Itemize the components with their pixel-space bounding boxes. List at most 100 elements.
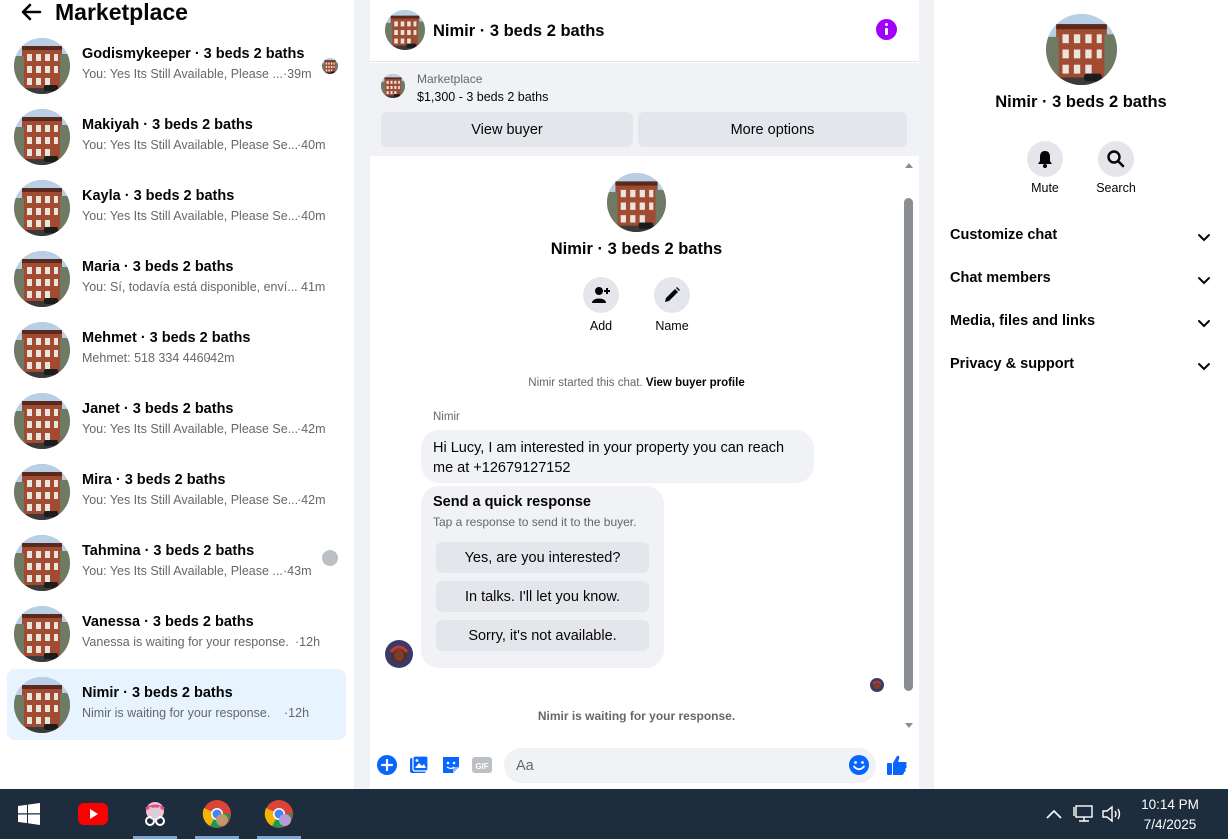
conversation-item[interactable]: Janet · 3 beds 2 baths You: Yes Its Stil… <box>7 385 346 456</box>
view-buyer-button[interactable]: View buyer <box>381 112 633 147</box>
section-media-files-links[interactable]: Media, files and links <box>934 303 1228 343</box>
conversation-preview: You: Yes Its Still Available, Please Se.… <box>82 422 299 436</box>
section-chat-members[interactable]: Chat members <box>934 260 1228 300</box>
user-placeholder-icon <box>322 550 338 566</box>
thread-avatar <box>607 173 666 232</box>
marketplace-label: Marketplace <box>417 72 483 86</box>
volume-icon[interactable] <box>1101 804 1123 824</box>
network-icon[interactable] <box>1073 804 1095 824</box>
listing-avatar <box>14 38 70 94</box>
section-label: Chat members <box>950 270 1051 286</box>
photo-icon[interactable] <box>408 754 430 776</box>
conversation-time: ·43m <box>283 564 312 578</box>
message-input[interactable] <box>516 748 836 783</box>
scroll-down-icon[interactable] <box>905 723 913 728</box>
more-options-button[interactable]: More options <box>638 112 907 147</box>
snipping-tool-icon <box>145 802 165 826</box>
quick-reply-button[interactable]: Yes, are you interested? <box>436 542 649 573</box>
scroll-thumb[interactable] <box>904 198 913 691</box>
windows-taskbar: 10:14 PM 7/4/2025 <box>0 789 1228 839</box>
conversation-sidebar: Marketplace Godismykeeper · 3 beds 2 bat… <box>0 0 354 789</box>
conversation-item[interactable]: Makiyah · 3 beds 2 baths You: Yes Its St… <box>7 101 346 172</box>
chrome-icon <box>202 800 231 828</box>
clock-time: 10:14 PM <box>1141 797 1199 812</box>
listing-avatar <box>14 109 70 165</box>
conversation-item[interactable]: Kayla · 3 beds 2 baths You: Yes Its Stil… <box>7 172 346 243</box>
conversation-preview: Vanessa is waiting for your response. <box>82 635 289 649</box>
gif-icon[interactable]: GIF <box>471 754 493 776</box>
edit-name-button[interactable] <box>654 277 690 313</box>
info-icon[interactable] <box>876 19 897 40</box>
thread-name: Nimir · 3 beds 2 baths <box>550 240 723 258</box>
search-label: Search <box>1096 181 1136 195</box>
conversation-item[interactable]: Godismykeeper · 3 beds 2 baths You: Yes … <box>7 30 346 101</box>
section-label: Media, files and links <box>950 313 1096 329</box>
emoji-icon[interactable] <box>848 754 870 776</box>
conversation-time: 41m <box>301 280 326 294</box>
back-arrow-icon[interactable] <box>18 0 44 25</box>
conversation-title: Tahmina · 3 beds 2 baths <box>82 543 255 559</box>
conversation-item[interactable]: Tahmina · 3 beds 2 baths You: Yes Its St… <box>7 527 346 598</box>
conversation-item[interactable]: Mira · 3 beds 2 baths You: Yes Its Still… <box>7 456 346 527</box>
conversation-item-active[interactable]: Nimir · 3 beds 2 baths Nimir is waiting … <box>7 669 346 740</box>
conversation-preview: You: Yes Its Still Available, Please Se.… <box>82 209 299 223</box>
read-receipt-avatar <box>870 678 884 692</box>
add-person-button[interactable] <box>583 277 619 313</box>
chevron-down-icon <box>1198 277 1210 285</box>
scroll-up-icon[interactable] <box>905 163 913 168</box>
conversation-time: ·39m <box>283 67 312 81</box>
quick-reply-button[interactable]: Sorry, it's not available. <box>436 620 649 651</box>
conversation-time: ·42m <box>297 493 326 507</box>
section-privacy-support[interactable]: Privacy & support <box>934 346 1228 386</box>
quick-reply-button[interactable]: In talks. I'll let you know. <box>436 581 649 612</box>
start-button[interactable] <box>3 789 55 839</box>
taskbar-chrome[interactable] <box>191 789 243 839</box>
incoming-message: Hi Lucy, I am interested in your propert… <box>421 430 814 483</box>
conversation-time: ·12h <box>284 706 310 720</box>
sidebar-header: Marketplace <box>0 0 354 30</box>
pencil-icon <box>665 287 680 302</box>
listing-avatar <box>14 251 70 307</box>
conversation-item[interactable]: Vanessa · 3 beds 2 baths Vanessa is wait… <box>7 598 346 669</box>
search-icon <box>1107 150 1125 168</box>
chrome-profile-icon <box>264 800 293 828</box>
details-avatar <box>1046 14 1117 85</box>
conversation-time: ·40m <box>297 138 326 152</box>
section-customize-chat[interactable]: Customize chat <box>934 217 1228 257</box>
conversation-item[interactable]: Mehmet · 3 beds 2 baths Mehmet: 518 334 … <box>7 314 346 385</box>
taskbar-snipping-tool[interactable] <box>129 789 181 839</box>
chat-avatar[interactable] <box>385 10 425 50</box>
sender-avatar <box>385 640 413 668</box>
conversation-title: Makiyah · 3 beds 2 baths <box>82 117 253 133</box>
conversation-title: Kayla · 3 beds 2 baths <box>82 188 235 204</box>
sticker-icon[interactable] <box>440 754 462 776</box>
windows-logo-icon <box>18 803 40 825</box>
mute-button[interactable] <box>1027 141 1063 177</box>
marketplace-listing-bar: Marketplace $1,300 - 3 beds 2 baths View… <box>370 63 919 156</box>
search-button[interactable] <box>1098 141 1134 177</box>
thread-scrollbar[interactable] <box>904 158 913 736</box>
youtube-icon <box>78 803 108 825</box>
seen-avatar <box>322 58 338 74</box>
message-thread: Nimir · 3 beds 2 baths Add Name Nimir st… <box>370 158 919 738</box>
conversation-preview: You: Yes Its Still Available, Please Se.… <box>82 493 299 507</box>
chevron-down-icon <box>1198 234 1210 242</box>
add-person-icon <box>592 287 610 303</box>
taskbar-chrome-profile[interactable] <box>253 789 305 839</box>
listing-avatar <box>14 677 70 733</box>
chat-title[interactable]: Nimir · 3 beds 2 baths <box>433 22 604 41</box>
section-label: Privacy & support <box>950 356 1075 372</box>
taskbar-clock[interactable]: 10:14 PM 7/4/2025 <box>1130 795 1210 835</box>
conversation-time: ·42m <box>206 351 235 365</box>
thumbs-up-icon[interactable] <box>885 753 909 777</box>
svg-text:GIF: GIF <box>475 762 488 771</box>
conversation-preview: You: Yes Its Still Available, Please ... <box>82 67 283 81</box>
chevron-up-icon[interactable] <box>1045 807 1063 821</box>
started-text: Nimir started this chat. <box>528 377 643 389</box>
conversation-time: ·12h <box>295 635 321 649</box>
plus-circle-icon[interactable] <box>376 754 398 776</box>
conversation-item[interactable]: Maria · 3 beds 2 baths You: Sí, todavía … <box>7 243 346 314</box>
view-buyer-profile-link[interactable]: View buyer profile <box>646 377 745 389</box>
taskbar-youtube[interactable] <box>67 789 119 839</box>
conversation-title: Mehmet · 3 beds 2 baths <box>82 330 251 346</box>
